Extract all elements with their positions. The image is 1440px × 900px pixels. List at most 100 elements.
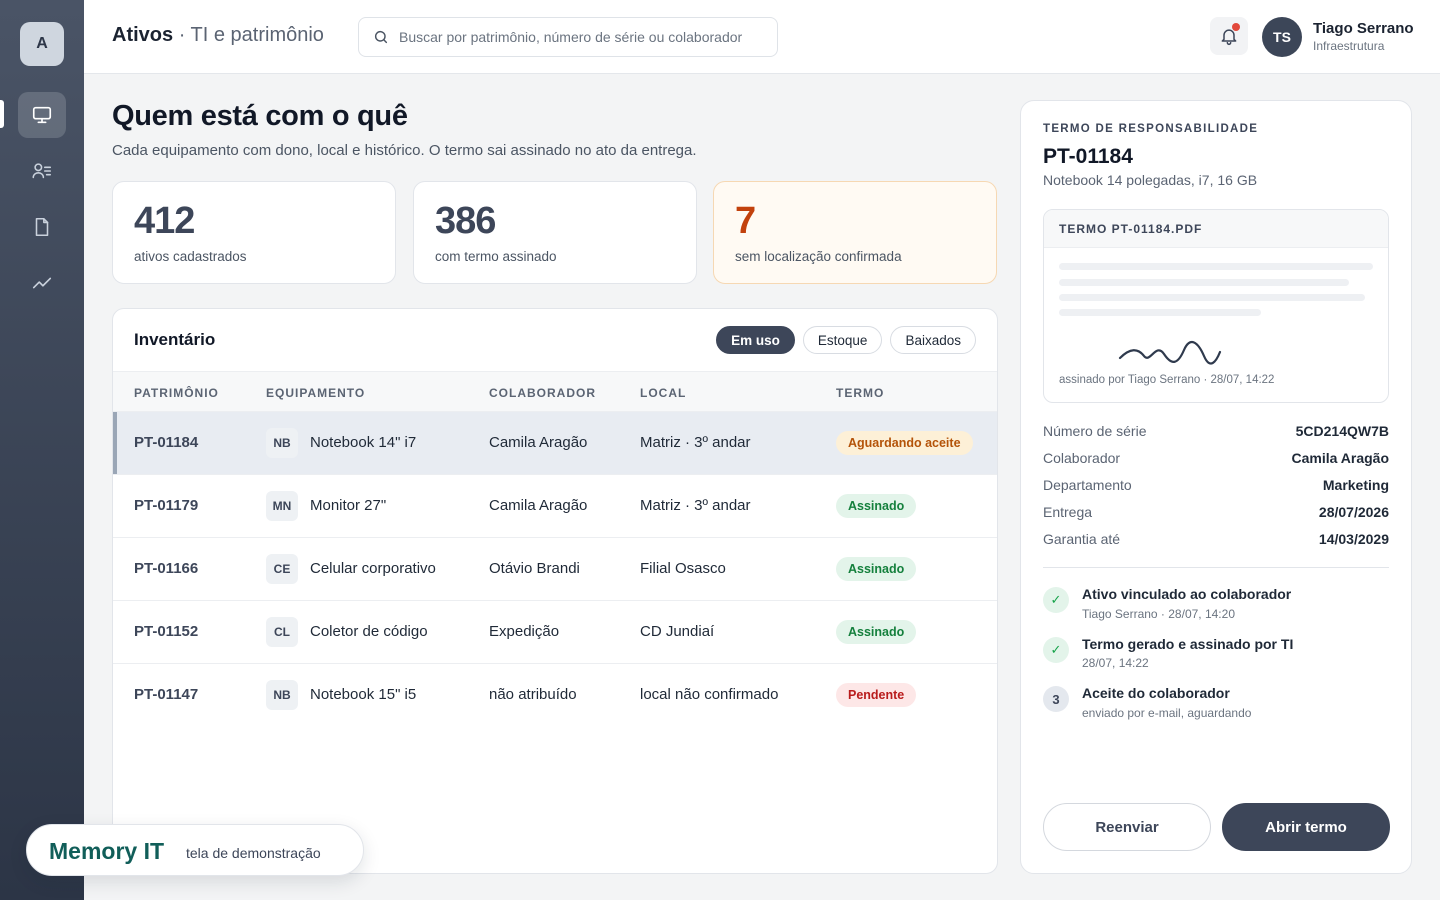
location: Matriz · 3º andar bbox=[640, 497, 751, 514]
document-icon bbox=[35, 217, 49, 237]
asset-code: PT-01179 bbox=[134, 497, 199, 514]
stat-card-signed: 386 com termo assinado bbox=[413, 181, 697, 284]
brand-tagline: tela de demonstração bbox=[186, 845, 321, 861]
equipment-name: Notebook 15" i5 bbox=[310, 686, 417, 703]
column-header-patrimonio[interactable]: PATRIMÔNIO bbox=[134, 386, 219, 400]
timeline-step-meta: Tiago Serrano · 28/07, 14:20 bbox=[1082, 607, 1235, 621]
stat-label: com termo assinado bbox=[435, 249, 557, 264]
sidebar-item-termos[interactable] bbox=[18, 204, 66, 250]
location: local não confirmado bbox=[640, 686, 779, 703]
equipment-name: Monitor 27" bbox=[310, 497, 387, 514]
table-row[interactable]: PT-01179 MN Monitor 27" Camila Aragão Ma… bbox=[113, 475, 997, 538]
timeline-step-title: Aceite do colaborador bbox=[1082, 685, 1230, 701]
active-nav-marker bbox=[0, 100, 4, 128]
detail-label: Número de série bbox=[1043, 423, 1147, 439]
document-text-line bbox=[1059, 309, 1261, 316]
sidebar-item-ativos[interactable] bbox=[18, 92, 66, 138]
notifications-button[interactable] bbox=[1210, 17, 1248, 55]
signature-caption: assinado por Tiago Serrano · 28/07, 14:2… bbox=[1059, 374, 1275, 386]
detail-label: Colaborador bbox=[1043, 450, 1121, 466]
document-preview[interactable]: TERMO PT-01184.PDF assinado por Tiago Se… bbox=[1043, 209, 1389, 403]
detail-value: 5CD214QW7B bbox=[1295, 423, 1389, 439]
stat-value: 386 bbox=[435, 200, 496, 242]
status-badge: Assinado bbox=[836, 494, 917, 518]
user-avatar[interactable]: TS bbox=[1262, 17, 1302, 57]
document-text-line bbox=[1059, 294, 1365, 301]
collaborator-name: Expedição bbox=[489, 623, 560, 640]
equipment-name: Notebook 14" i7 bbox=[310, 434, 417, 451]
filter-em-uso[interactable]: Em uso bbox=[716, 326, 795, 354]
open-term-button[interactable]: Abrir termo bbox=[1222, 803, 1390, 851]
panel-eyebrow: TERMO DE RESPONSABILIDADE bbox=[1043, 123, 1259, 135]
document-title: TERMO PT-01184.PDF bbox=[1059, 222, 1203, 236]
column-header-local[interactable]: LOCAL bbox=[640, 386, 686, 400]
status-badge: Assinado bbox=[836, 620, 917, 644]
column-header-termo[interactable]: TERMO bbox=[836, 386, 884, 400]
search-box[interactable] bbox=[358, 17, 778, 57]
detail-label: Entrega bbox=[1043, 504, 1093, 520]
detail-label: Departamento bbox=[1043, 477, 1132, 493]
timeline-step-title: Ativo vinculado ao colaborador bbox=[1082, 586, 1292, 602]
sidebar-item-relatorios[interactable] bbox=[18, 260, 66, 306]
page-subtitle: Cada equipamento com dono, local e histó… bbox=[112, 142, 697, 159]
filter-baixados[interactable]: Baixados bbox=[890, 326, 976, 354]
collaborator-name: não atribuído bbox=[489, 686, 577, 703]
app-logo[interactable]: A bbox=[20, 22, 64, 66]
timeline-step-title: Termo gerado e assinado por TI bbox=[1082, 636, 1294, 652]
equipment-type-tag: CL bbox=[266, 617, 298, 647]
detail-value: 28/07/2026 bbox=[1318, 504, 1389, 520]
collaborator-name: Camila Aragão bbox=[489, 434, 588, 451]
users-list-icon bbox=[32, 163, 52, 179]
column-header-colaborador[interactable]: COLABORADOR bbox=[489, 386, 596, 400]
stat-label: ativos cadastrados bbox=[134, 249, 247, 264]
section-subtitle: · TI e patrimônio bbox=[178, 24, 324, 46]
detail-panel: TERMO DE RESPONSABILIDADE PT-01184 Noteb… bbox=[1020, 100, 1412, 874]
sidebar: A bbox=[0, 0, 84, 900]
status-badge: Aguardando aceite bbox=[836, 431, 973, 455]
sidebar-item-colaboradores[interactable] bbox=[18, 148, 66, 194]
collaborator-name: Otávio Brandi bbox=[489, 560, 580, 577]
search-icon bbox=[374, 30, 388, 44]
detail-label: Garantia até bbox=[1043, 531, 1121, 547]
equipment-type-tag: NB bbox=[266, 680, 298, 710]
timeline-step-meta: 28/07, 14:22 bbox=[1082, 656, 1149, 670]
check-icon: ✓ bbox=[1043, 637, 1069, 663]
inventory-title: Inventário bbox=[134, 330, 216, 349]
stat-value: 412 bbox=[134, 200, 195, 242]
panel-asset-code: PT-01184 bbox=[1043, 145, 1133, 168]
stat-value: 7 bbox=[735, 200, 756, 242]
monitor-icon bbox=[32, 106, 52, 124]
filter-estoque[interactable]: Estoque bbox=[802, 326, 883, 354]
divider bbox=[1043, 567, 1389, 568]
asset-code: PT-01166 bbox=[134, 560, 199, 577]
page-title: Quem está com o quê bbox=[112, 100, 408, 132]
stat-label: sem localização confirmada bbox=[735, 249, 902, 264]
filter-chips: Em uso Estoque Baixados bbox=[716, 326, 976, 354]
table-header: PATRIMÔNIO EQUIPAMENTO COLABORADOR LOCAL… bbox=[113, 371, 997, 412]
document-text-line bbox=[1059, 263, 1373, 270]
equipment-type-tag: NB bbox=[266, 428, 298, 458]
equipment-name: Coletor de código bbox=[310, 623, 428, 640]
section-title: Ativos bbox=[112, 24, 174, 46]
check-icon: ✓ bbox=[1043, 587, 1069, 613]
detail-value: Camila Aragão bbox=[1291, 450, 1389, 466]
table-row[interactable]: PT-01147 NB Notebook 15" i5 não atribuíd… bbox=[113, 664, 997, 727]
table-row[interactable]: PT-01184 NB Notebook 14" i7 Camila Aragã… bbox=[113, 412, 997, 475]
resend-button[interactable]: Reenviar bbox=[1043, 803, 1211, 851]
brand-watermark: Memory IT tela de demonstração bbox=[26, 824, 364, 876]
table-row[interactable]: PT-01152 CL Coletor de código Expedição … bbox=[113, 601, 997, 664]
column-header-equipamento[interactable]: EQUIPAMENTO bbox=[266, 386, 365, 400]
timeline-step-meta: enviado por e-mail, aguardando bbox=[1082, 706, 1252, 720]
table-row[interactable]: PT-01166 CE Celular corporativo Otávio B… bbox=[113, 538, 997, 601]
search-input[interactable] bbox=[399, 29, 769, 45]
asset-code: PT-01152 bbox=[134, 623, 199, 640]
equipment-type-tag: MN bbox=[266, 491, 298, 521]
location: CD Jundiaí bbox=[640, 623, 715, 640]
inventory-card: Inventário Em uso Estoque Baixados PATRI… bbox=[112, 308, 998, 874]
location: Matriz · 3º andar bbox=[640, 434, 751, 451]
top-bar: Ativos · TI e patrimônio TS Tiago Serran… bbox=[84, 0, 1440, 74]
status-badge: Pendente bbox=[836, 683, 917, 707]
signature-icon bbox=[1118, 340, 1222, 365]
trend-chart-icon bbox=[32, 277, 52, 289]
brand-name: Memory IT bbox=[49, 838, 165, 864]
